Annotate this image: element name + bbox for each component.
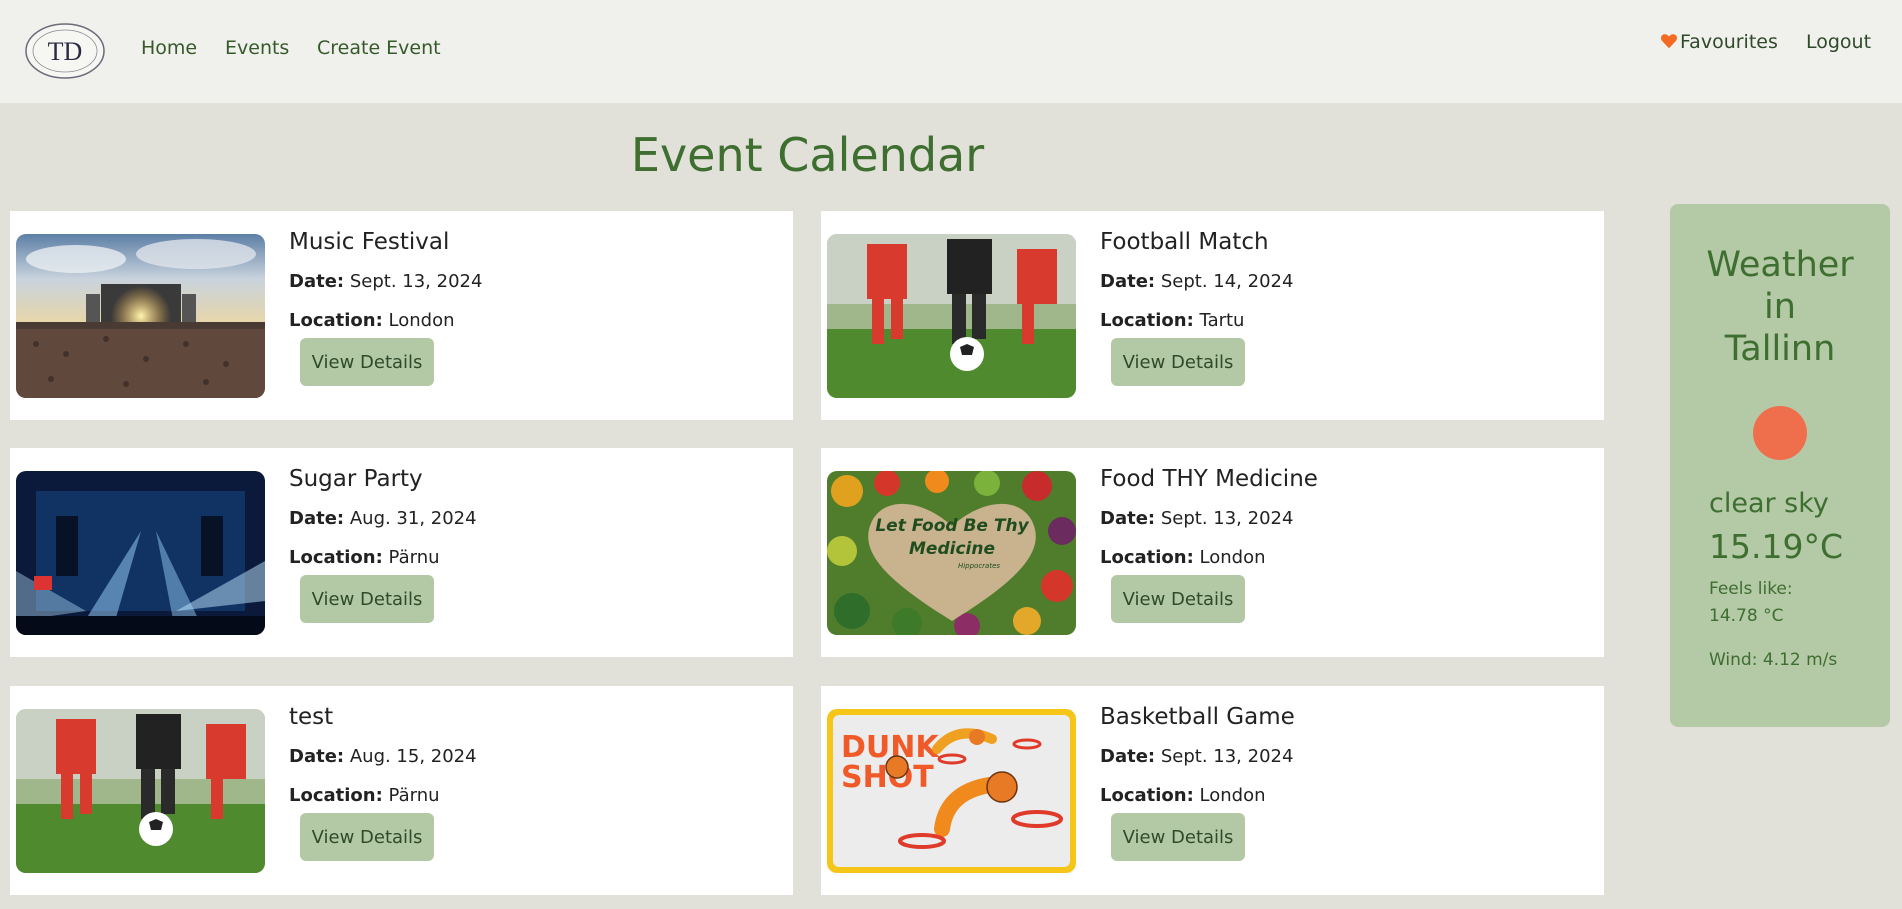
event-title: Music Festival <box>289 229 450 255</box>
navbar: TD Home Events Create Event Favourites L… <box>0 0 1902 103</box>
date-value: Sept. 14, 2024 <box>1160 271 1294 292</box>
logout-link[interactable]: Logout <box>1806 31 1871 53</box>
nav-events[interactable]: Events <box>225 37 289 59</box>
date-value: Sept. 13, 2024 <box>349 271 483 292</box>
location-label: Location: <box>289 310 383 331</box>
event-image-dunk-shot[interactable]: DUNK SHOT <box>827 709 1076 873</box>
event-card-test: test Date: Aug. 15, 2024 Location: Pärnu… <box>10 686 793 895</box>
event-location: Location: Pärnu <box>289 785 440 806</box>
nav-create-event[interactable]: Create Event <box>317 37 441 59</box>
event-image-football[interactable] <box>827 234 1076 398</box>
event-date: Date: Sept. 13, 2024 <box>1100 746 1293 767</box>
event-card-basketball-game: DUNK SHOT Basketball Game Date: Sept. 13… <box>821 686 1604 895</box>
weather-title-line: Tallinn <box>1724 329 1836 369</box>
food-image-text-3: Hippocrates <box>958 562 1000 570</box>
weather-title: Weather in Tallinn <box>1670 244 1890 370</box>
event-card-football-match: Football Match Date: Sept. 14, 2024 Loca… <box>821 211 1604 420</box>
event-card-music-festival: Music Festival Date: Sept. 13, 2024 Loca… <box>10 211 793 420</box>
heart-icon <box>1661 34 1677 49</box>
view-details-button[interactable]: View Details <box>1111 575 1245 623</box>
event-title: test <box>289 704 334 730</box>
location-value: London <box>1199 785 1266 806</box>
location-label: Location: <box>1100 547 1194 568</box>
weather-panel: Weather in Tallinn clear sky 15.19°C Fee… <box>1670 204 1890 727</box>
food-image-text-2: Medicine <box>909 539 995 559</box>
view-details-button[interactable]: View Details <box>300 813 434 861</box>
date-label: Date: <box>289 508 345 529</box>
view-details-button[interactable]: View Details <box>1111 338 1245 386</box>
event-image-concert[interactable] <box>16 234 265 398</box>
event-location: Location: London <box>1100 547 1266 568</box>
date-value: Sept. 13, 2024 <box>1160 508 1294 529</box>
event-image-football[interactable] <box>16 709 265 873</box>
date-label: Date: <box>289 746 345 767</box>
feels-like-value: 14.78 °C <box>1709 606 1784 626</box>
event-title: Food THY Medicine <box>1100 466 1318 492</box>
favourites-link[interactable]: Favourites <box>1660 31 1778 53</box>
event-title: Basketball Game <box>1100 704 1295 730</box>
event-image-food[interactable]: Let Food Be Thy Medicine Hippocrates <box>827 471 1076 635</box>
date-value: Aug. 15, 2024 <box>349 746 477 767</box>
date-label: Date: <box>1100 508 1156 529</box>
location-label: Location: <box>1100 785 1194 806</box>
event-location: Location: Tartu <box>1100 310 1244 331</box>
nav-home[interactable]: Home <box>141 37 197 59</box>
location-label: Location: <box>289 547 383 568</box>
food-image-text-1: Let Food Be Thy <box>875 516 1029 536</box>
location-value: Tartu <box>1199 310 1245 331</box>
event-location: Location: London <box>1100 785 1266 806</box>
date-value: Sept. 13, 2024 <box>1160 746 1294 767</box>
feels-like-label: Feels like: <box>1709 579 1793 599</box>
view-details-button[interactable]: View Details <box>300 575 434 623</box>
view-details-button[interactable]: View Details <box>1111 813 1245 861</box>
location-value: London <box>1199 547 1266 568</box>
date-label: Date: <box>1100 746 1156 767</box>
favourites-label: Favourites <box>1680 31 1778 53</box>
wind-speed: Wind: 4.12 m/s <box>1709 650 1838 670</box>
view-details-button[interactable]: View Details <box>300 338 434 386</box>
td-logo[interactable]: TD <box>24 22 106 80</box>
event-location: Location: Pärnu <box>289 547 440 568</box>
event-title: Sugar Party <box>289 466 423 492</box>
event-date: Date: Sept. 14, 2024 <box>1100 271 1293 292</box>
event-card-food-thy-medicine: Let Food Be Thy Medicine Hippocrates Foo… <box>821 448 1604 657</box>
location-label: Location: <box>1100 310 1194 331</box>
event-date: Date: Aug. 15, 2024 <box>289 746 477 767</box>
date-label: Date: <box>1100 271 1156 292</box>
weather-title-line: Weather <box>1706 245 1854 285</box>
event-location: Location: London <box>289 310 455 331</box>
weather-title-line: in <box>1764 287 1796 327</box>
weather-temperature: 15.19°C <box>1709 527 1844 566</box>
event-card-sugar-party: Sugar Party Date: Aug. 31, 2024 Location… <box>10 448 793 657</box>
location-value: Pärnu <box>388 785 440 806</box>
date-value: Aug. 31, 2024 <box>349 508 477 529</box>
location-label: Location: <box>289 785 383 806</box>
event-date: Date: Sept. 13, 2024 <box>1100 508 1293 529</box>
weather-description: clear sky <box>1709 488 1829 519</box>
date-label: Date: <box>289 271 345 292</box>
location-value: Pärnu <box>388 547 440 568</box>
event-image-stage[interactable] <box>16 471 265 635</box>
location-value: London <box>388 310 455 331</box>
event-date: Date: Sept. 13, 2024 <box>289 271 482 292</box>
sun-icon <box>1753 406 1807 460</box>
event-title: Football Match <box>1100 229 1269 255</box>
page-title: Event Calendar <box>630 128 985 182</box>
logo-letters: TD <box>48 37 83 66</box>
event-date: Date: Aug. 31, 2024 <box>289 508 477 529</box>
